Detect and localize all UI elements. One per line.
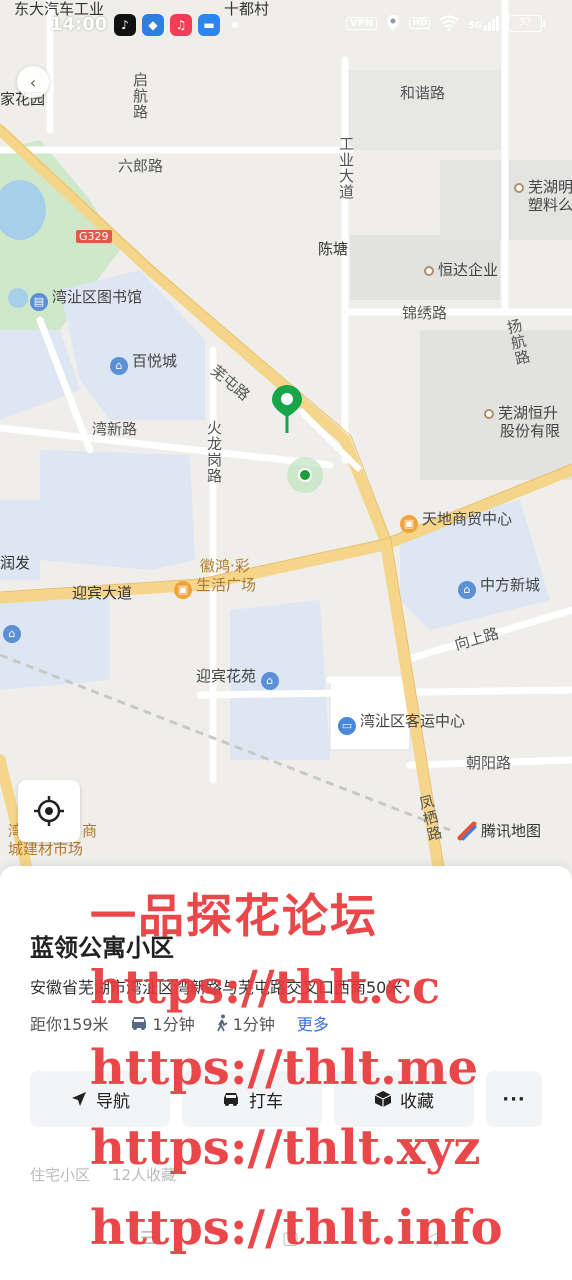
map-label-huolonggang-road: 火龙岗路: [205, 420, 223, 484]
vpn-badge: VPN: [345, 16, 378, 30]
map-label-jinxiu-road: 锦绣路: [402, 304, 448, 322]
map-label-wanxin-road: 湾新路: [92, 420, 138, 438]
map-label-yingbin-ave: 迎宾大道: [72, 584, 133, 602]
map-label-market-suffix: 商: [82, 822, 98, 840]
map-canvas[interactable]: [0, 0, 572, 880]
battery-icon: 37: [508, 14, 545, 32]
home-icon: ⌂: [3, 625, 21, 643]
map-label-gongye-ave: 工业大道: [337, 136, 355, 200]
road-sign-g329: G329: [76, 230, 112, 243]
mail-icon: ▬: [198, 14, 220, 36]
locate-me-button[interactable]: [18, 780, 80, 842]
drive-time[interactable]: 1分钟: [129, 1011, 195, 1035]
signal-icon: 5G: [468, 15, 499, 31]
poi-dot-icon: [424, 266, 434, 276]
overlay-text: https://thlt.info: [90, 1200, 503, 1256]
poi-dot-icon: [484, 409, 494, 419]
hd-badge: HD: [409, 17, 431, 29]
map-label-bus-center: ▭ 湾沚区客运中心: [338, 710, 465, 735]
map-label-tiandi-center: ▣ 天地商贸中心: [400, 508, 512, 533]
more-link[interactable]: 更多: [297, 1011, 329, 1035]
browser-icon: ◆: [142, 14, 164, 36]
walk-icon: [216, 1014, 228, 1032]
tiktok-icon: ♪: [114, 14, 136, 36]
distance-text: 距你159米: [30, 1015, 109, 1034]
map-label-zhongfang: ⌂ 中方新城: [458, 574, 540, 599]
map-label-library: ▤ 湾沚区图书馆: [30, 286, 142, 311]
map-label-wuhu-plastic-2: 塑料么: [528, 196, 572, 214]
map-label-chaoyang-road: 朝阳路: [466, 754, 512, 772]
status-icons: VPN HD 5G 37: [345, 14, 545, 32]
wifi-icon: [439, 15, 459, 31]
chevron-left-icon: ‹: [29, 72, 37, 92]
more-actions-button[interactable]: ···: [486, 1071, 542, 1127]
tencent-map-logo: 腾讯地图: [457, 820, 541, 841]
shopping-icon: ▣: [174, 581, 192, 599]
map-label-liulang-road: 六郎路: [118, 157, 164, 175]
map-label-home-partial: ⌂: [3, 620, 25, 643]
map-label-huihong-2: ▣ 生活广场: [174, 574, 256, 599]
overlay-text: https://thlt.me: [90, 1040, 479, 1096]
distance-row: 距你159米 1分钟 1分钟 更多: [30, 1011, 329, 1035]
back-button[interactable]: ‹: [17, 66, 49, 98]
status-time: 14:00: [50, 14, 108, 35]
map-label-chentang: 陈塘: [318, 240, 349, 258]
notification-dot-icon: [232, 22, 238, 28]
overlay-text: https://thlt.cc: [90, 960, 441, 1014]
map-label-baiyue-city: ⌂ 百悦城: [110, 350, 177, 375]
overlay-text: 一品探花论坛: [90, 889, 378, 943]
map-label-huihong: 徽鸿·彩: [200, 557, 250, 575]
location-icon: [387, 15, 400, 31]
place-category: 住宅小区: [30, 1166, 91, 1184]
map-label-hexie-road: 和谐路: [400, 84, 446, 102]
place-pin-icon[interactable]: [270, 383, 304, 435]
home-icon: ⌂: [110, 357, 128, 375]
map-label-yingbin-garden: 迎宾花苑 ⌂: [196, 665, 283, 690]
map-label-wuhu-hengsheng-2: 股份有限: [500, 422, 561, 440]
library-icon: ▤: [30, 293, 48, 311]
map-label-runfa-partial: 润发: [0, 554, 31, 572]
map-view[interactable]: 东大汽车工业 十都村 和谐路 启航路 家花园 六郎路 工业大道 芜湖明 塑料么 …: [0, 0, 572, 880]
bus-icon: ▭: [338, 717, 356, 735]
home-icon: ⌂: [458, 581, 476, 599]
map-label-qihang-road: 启航路: [131, 72, 149, 120]
tencent-map-icon: [457, 821, 477, 840]
car-icon: [131, 1017, 146, 1030]
walk-time[interactable]: 1分钟: [215, 1011, 275, 1035]
shopping-icon: ▣: [400, 515, 418, 533]
overlay-text: https://thlt.xyz: [90, 1120, 481, 1176]
poi-dot-icon: [514, 183, 524, 193]
status-bar: 14:00 ♪ ◆ ♫ ▬ VPN HD 5G 37: [0, 0, 572, 50]
home-icon: ⌂: [260, 672, 279, 690]
map-label-hengda: 恒达企业: [424, 259, 498, 280]
navigate-arrow-icon: [72, 1092, 86, 1106]
crosshair-icon: [34, 796, 64, 826]
music-icon: ♫: [170, 14, 192, 36]
